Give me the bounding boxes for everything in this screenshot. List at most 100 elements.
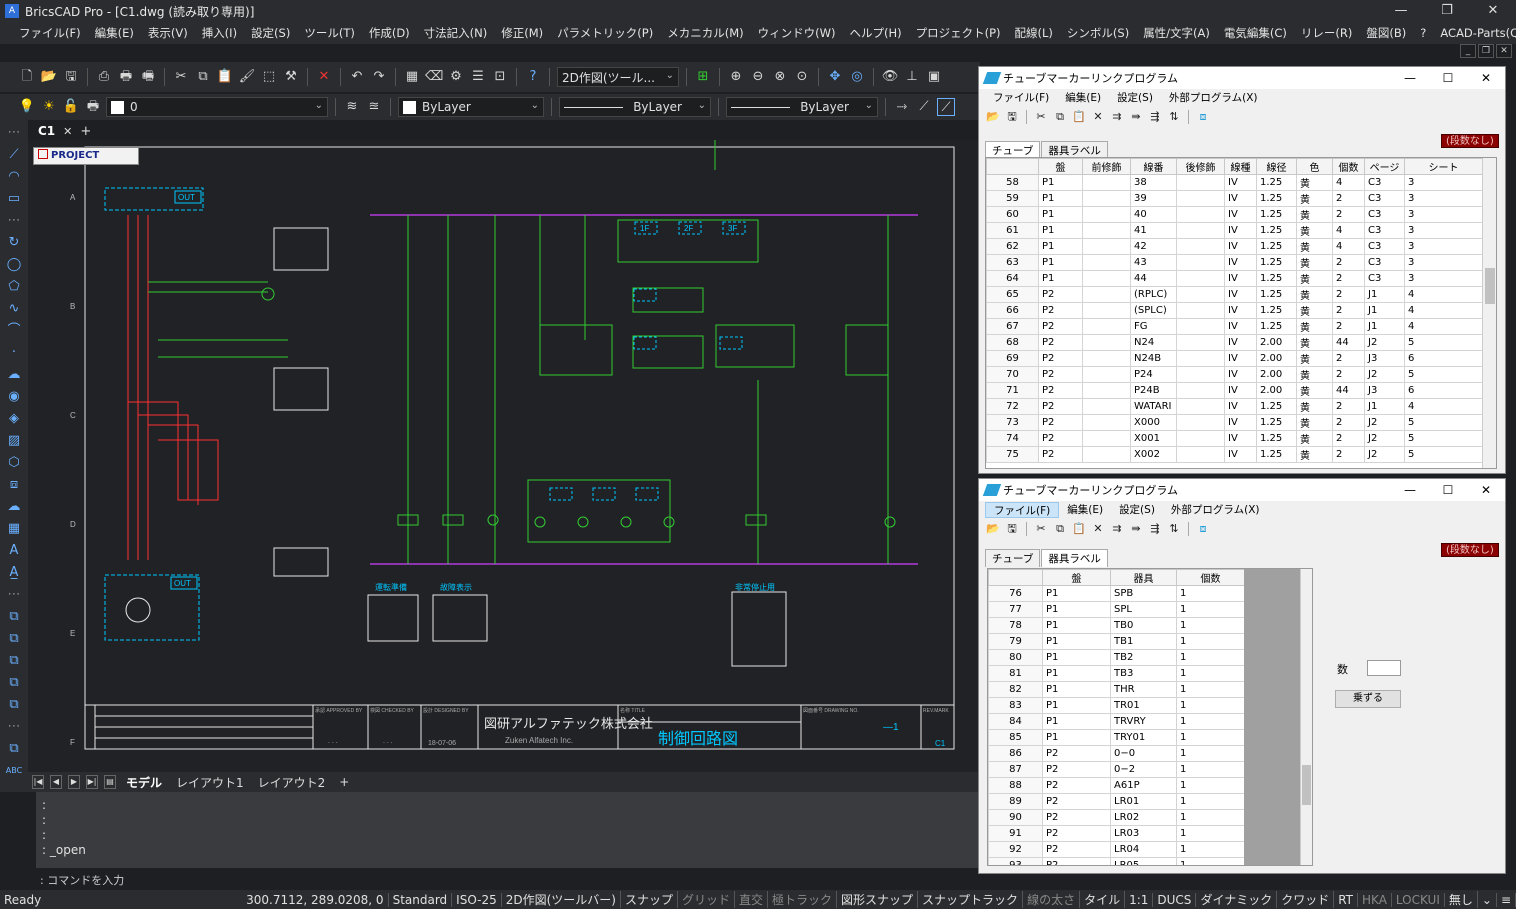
table-cell[interactable] [1176,398,1225,415]
table-row[interactable]: 86 P2 0−0 1 [988,745,1245,762]
table-row[interactable]: 81 P1 TB3 1 [988,665,1245,682]
table-cell[interactable]: 2 [1332,190,1365,207]
table-cell[interactable] [1176,206,1225,223]
table-cell[interactable]: 5 [1404,430,1483,447]
menu-item-10[interactable]: メカニカル(M) [660,25,750,41]
table-row[interactable]: 74 P2 X001 IV 1.25 黄 2 J2 5 [986,430,1483,447]
table-cell[interactable]: P2 [1038,382,1083,399]
table-cell[interactable]: P1 [1042,601,1111,618]
table-cell[interactable]: P1 [1038,270,1083,287]
zoom-window-icon[interactable]: ⊗ [771,68,789,86]
region-tool-icon[interactable]: ◉ [5,388,23,406]
column-header[interactable]: 線種 [1224,158,1257,175]
table-row[interactable]: 93 P2 LR05 1 [988,857,1245,865]
column-header[interactable]: シート [1404,158,1483,175]
row-number[interactable]: 59 [986,190,1039,207]
table-cell[interactable]: P2 [1038,446,1083,463]
layout-nav-button-3[interactable]: ▶| [86,775,98,789]
status-toggle-6[interactable]: 極トラック [768,891,838,908]
dialog2-tab-tube[interactable]: チューブ [985,549,1041,567]
lock-icon[interactable]: 🔓 [62,98,80,116]
append-row-icon[interactable]: ⇛ [1128,521,1144,537]
delete-icon[interactable]: ✕ [1090,109,1106,125]
table-cell[interactable]: 1 [1176,857,1245,865]
table-cell[interactable]: J1 [1364,286,1405,303]
status-toggle-3[interactable]: スナップ [621,891,678,908]
zoom-extents-icon[interactable]: ⊙ [793,68,811,86]
table-cell[interactable]: (RPLC) [1130,286,1177,303]
column-header[interactable] [988,569,1043,586]
table-cell[interactable]: TB3 [1110,665,1177,682]
doc-tab-close-icon[interactable]: ✕ [63,125,72,138]
table-cell[interactable]: 3 [1404,270,1483,287]
table-cell[interactable] [1176,254,1225,271]
table-cell[interactable] [1082,414,1131,431]
table-row[interactable]: 92 P2 LR04 1 [988,841,1245,858]
row-number[interactable]: 85 [988,729,1043,746]
table-cell[interactable]: 黄 [1296,318,1333,335]
table-cell[interactable]: 43 [1130,254,1177,271]
menu-item-5[interactable]: ツール(T) [297,25,362,41]
print-icon[interactable]: 🖶 [117,68,135,86]
table-cell[interactable]: 5 [1404,414,1483,431]
layout-tab-0[interactable]: モデル [122,774,166,791]
dialog1-menu-settings[interactable]: 設定(S) [1109,90,1161,106]
table-cell[interactable]: P2 [1042,761,1111,778]
menu-item-16[interactable]: 属性/文字(A) [1136,25,1217,41]
layer-previous-icon[interactable]: ≊ [365,98,383,116]
table-cell[interactable]: 1.25 [1256,286,1297,303]
table-cell[interactable]: P2 [1042,809,1111,826]
table-row[interactable]: 69 P2 N24B IV 2.00 黄 2 J3 6 [986,350,1483,367]
table-cell[interactable]: 1 [1176,761,1245,778]
command-input[interactable]: : コマンドを入力 [36,870,980,890]
mtext-tool-icon[interactable]: A̲ [5,564,23,582]
table-cell[interactable]: 41 [1130,222,1177,239]
dialog2-minimize-button[interactable]: — [1391,479,1429,501]
table-cell[interactable]: 4 [1332,174,1365,191]
layout-nav-button-1[interactable]: ◀ [50,775,62,789]
table-cell[interactable]: P1 [1038,206,1083,223]
table-cell[interactable]: 42 [1130,238,1177,255]
table-cell[interactable]: LR02 [1110,809,1177,826]
row-number[interactable]: 66 [986,302,1039,319]
visibility-icon[interactable]: 👁 [881,68,899,86]
device-table-scrollbar[interactable] [1300,569,1312,865]
table-cell[interactable] [1176,366,1225,383]
table-cell[interactable] [1082,254,1131,271]
column-header[interactable]: 個数 [1176,569,1245,586]
new-doc-tab-button[interactable]: + [80,124,91,139]
table-cell[interactable]: 39 [1130,190,1177,207]
status-toggle-18[interactable]: 無し [1445,891,1478,908]
doc-tab-c1[interactable]: C1 [38,124,55,138]
coordinates-readout[interactable]: 300.7112, 289.0208, 0 [242,892,389,907]
table-cell[interactable]: IV [1224,238,1257,255]
table-row[interactable]: 77 P1 SPL 1 [988,601,1245,618]
table-row[interactable]: 76 P1 SPB 1 [988,585,1245,602]
table-cell[interactable]: 1 [1176,809,1245,826]
row-number[interactable]: 88 [988,777,1043,794]
table-cell[interactable]: P1 [1042,633,1111,650]
table-row[interactable]: 70 P2 P24 IV 2.00 黄 2 J2 5 [986,366,1483,383]
table-cell[interactable]: 1 [1176,585,1245,602]
table-cell[interactable]: 1 [1176,777,1245,794]
table-cell[interactable]: X000 [1130,414,1177,431]
open-icon[interactable]: 📂 [985,521,1001,537]
row-number[interactable]: 58 [986,174,1039,191]
table-cell[interactable]: J2 [1364,446,1405,463]
table-row[interactable]: 90 P2 LR02 1 [988,809,1245,826]
count-input[interactable] [1367,660,1401,676]
table-cell[interactable]: N24 [1130,334,1177,351]
redo-icon[interactable]: ↷ [370,68,388,86]
row-number[interactable]: 74 [986,430,1039,447]
row-number[interactable]: 91 [988,825,1043,842]
cut-icon[interactable]: ✂ [1033,521,1049,537]
table-cell[interactable]: C3 [1364,206,1405,223]
table-cell[interactable] [1176,446,1225,463]
row-number[interactable]: 79 [988,633,1043,650]
table-cell[interactable]: P2 [1042,841,1111,858]
table-cell[interactable]: P2 [1042,793,1111,810]
table-cell[interactable]: IV [1224,382,1257,399]
table-cell[interactable]: 1 [1176,681,1245,698]
table-cell[interactable]: P1 [1042,585,1111,602]
table-cell[interactable]: J2 [1364,334,1405,351]
